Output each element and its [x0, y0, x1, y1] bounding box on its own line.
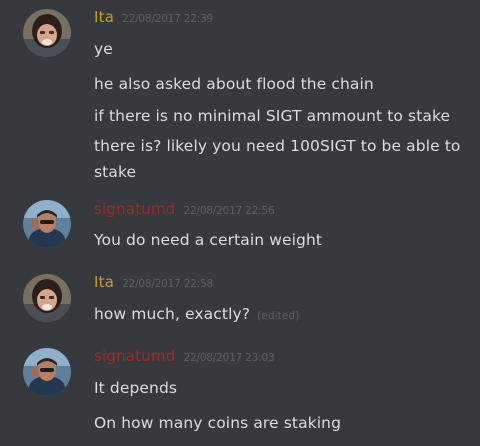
username[interactable]: signatumd	[94, 200, 176, 218]
timestamp: 22/08/2017 23:03	[183, 352, 275, 364]
message-content: how much, exactly?	[94, 305, 251, 323]
message-text: It depends	[94, 379, 178, 397]
user-avatar[interactable]	[23, 9, 71, 57]
edited-label: (edited)	[257, 310, 300, 322]
timestamp: 22/08/2017 22:56	[183, 205, 275, 217]
message-text: how much, exactly? (edited)	[94, 301, 464, 329]
user-avatar[interactable]	[23, 274, 71, 322]
message-text: On how many coins are staking	[94, 414, 342, 432]
message-header: Ita 22/08/2017 22:39	[94, 7, 213, 27]
user-avatar[interactable]	[23, 348, 71, 396]
message-text: You do need a certain weight	[94, 231, 323, 249]
message-header: Ita 22/08/2017 22:58	[94, 272, 213, 292]
username[interactable]: Ita	[94, 273, 114, 291]
username[interactable]: signatumd	[94, 347, 176, 365]
message-text: if there is no minimal SIGT ammount to s…	[94, 107, 451, 125]
chat-messages: Ita 22/08/2017 22:39 ye he also asked abo…	[0, 0, 480, 446]
message-text: he also asked about flood the chain	[94, 75, 374, 93]
message-header: signatumd 22/08/2017 22:56	[94, 199, 275, 219]
timestamp: 22/08/2017 22:58	[122, 278, 214, 290]
message-text: ye	[94, 40, 113, 58]
message-text: there is? likely you need 100SIGT to be …	[94, 137, 461, 181]
username[interactable]: Ita	[94, 8, 114, 26]
user-avatar[interactable]	[23, 200, 71, 248]
timestamp: 22/08/2017 22:39	[122, 13, 214, 25]
message-header: signatumd 22/08/2017 23:03	[94, 346, 275, 366]
